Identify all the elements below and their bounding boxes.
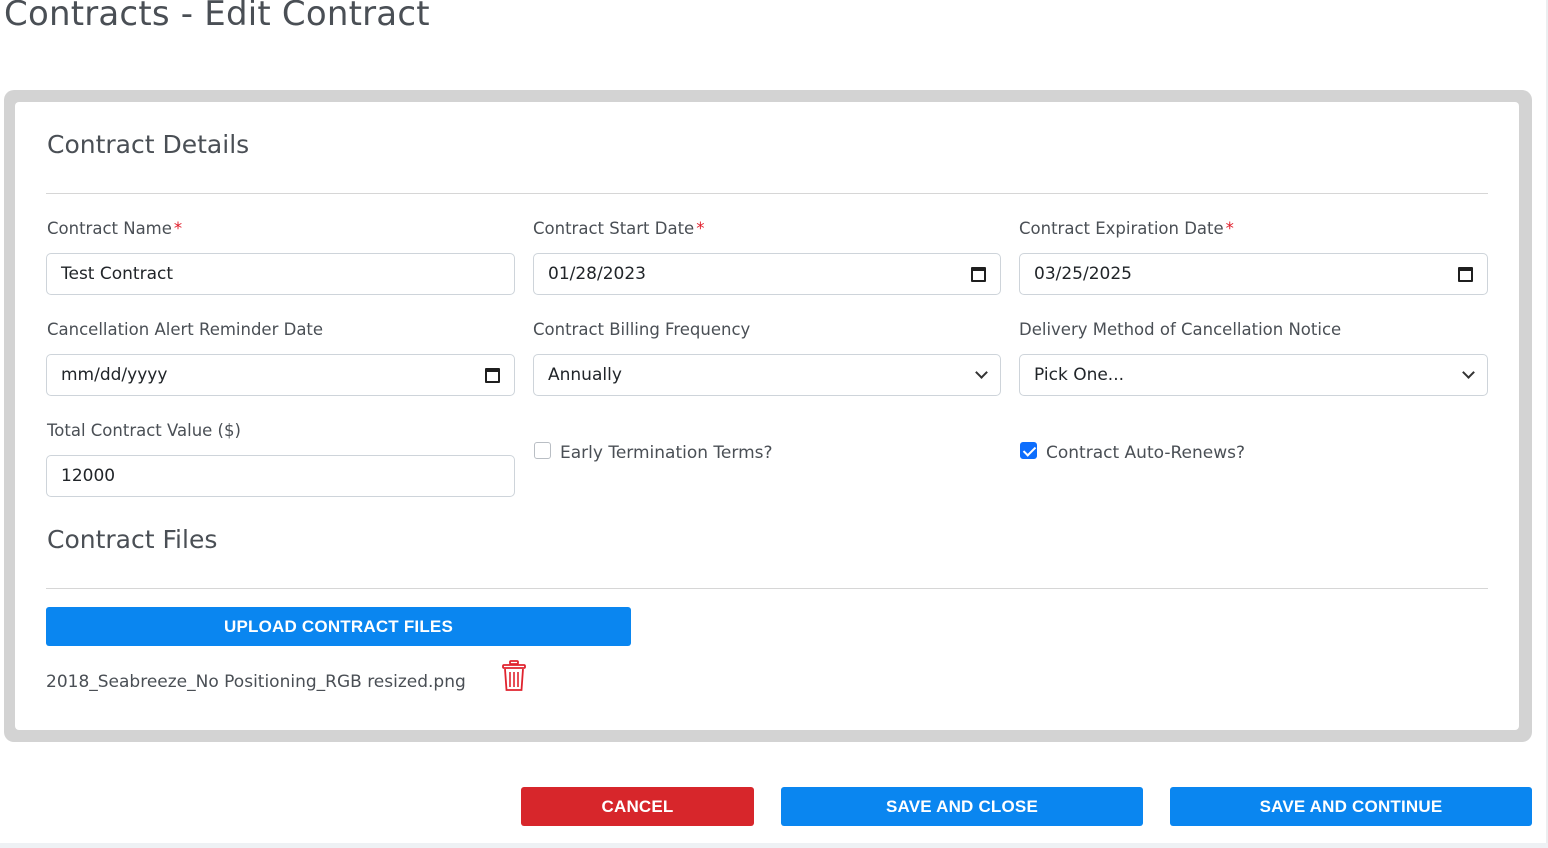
contract-files-heading: Contract Files xyxy=(47,525,218,554)
page-footer-strip xyxy=(0,843,1548,848)
save-and-close-button[interactable]: SAVE AND CLOSE xyxy=(781,787,1143,826)
contract-name-label-text: Contract Name xyxy=(47,219,172,238)
calendar-icon[interactable] xyxy=(485,367,500,383)
total-value-label: Total Contract Value ($) xyxy=(47,421,241,440)
trash-icon[interactable] xyxy=(502,660,526,692)
page-title: Contracts - Edit Contract xyxy=(4,0,430,34)
start-date-label-text: Contract Start Date xyxy=(533,219,695,238)
billing-frequency-label: Contract Billing Frequency xyxy=(533,320,751,339)
required-marker: * xyxy=(696,219,705,238)
save-and-continue-button[interactable]: SAVE AND CONTINUE xyxy=(1170,787,1532,826)
file-list-item[interactable]: 2018_Seabreeze_No Positioning_RGB resize… xyxy=(46,672,466,692)
start-date-label: Contract Start Date * xyxy=(533,219,704,238)
cancel-button[interactable]: CANCEL xyxy=(521,787,754,826)
contract-name-value: Test Contract xyxy=(61,264,174,284)
expiration-date-label-text: Contract Expiration Date xyxy=(1019,219,1224,238)
calendar-icon[interactable] xyxy=(971,266,986,282)
contract-name-label: Contract Name * xyxy=(47,219,182,238)
expiration-date-label: Contract Expiration Date * xyxy=(1019,219,1234,238)
calendar-icon[interactable] xyxy=(1458,266,1473,282)
cancellation-alert-label: Cancellation Alert Reminder Date xyxy=(47,320,324,339)
chevron-down-icon xyxy=(975,366,988,379)
start-date-input[interactable]: 01/28/2023 xyxy=(533,253,1001,295)
total-value-input[interactable]: 12000 xyxy=(46,455,515,497)
details-divider xyxy=(46,193,1488,194)
expiration-date-input[interactable]: 03/25/2025 xyxy=(1019,253,1488,295)
early-termination-label[interactable]: Early Termination Terms? xyxy=(560,443,773,463)
auto-renews-checkbox[interactable] xyxy=(1020,442,1037,459)
files-divider xyxy=(46,588,1488,589)
auto-renews-label[interactable]: Contract Auto-Renews? xyxy=(1046,443,1245,463)
expiration-date-value: 03/25/2025 xyxy=(1034,264,1132,284)
billing-frequency-select[interactable]: Annually xyxy=(533,354,1001,396)
contract-details-heading: Contract Details xyxy=(47,130,250,159)
upload-contract-files-button[interactable]: UPLOAD CONTRACT FILES xyxy=(46,607,631,646)
early-termination-checkbox[interactable] xyxy=(534,442,551,459)
delivery-method-value: Pick One... xyxy=(1034,365,1125,385)
cancellation-alert-value: mm/dd/yyyy xyxy=(61,365,168,385)
delivery-method-select[interactable]: Pick One... xyxy=(1019,354,1488,396)
required-marker: * xyxy=(173,219,183,238)
chevron-down-icon xyxy=(1462,366,1475,379)
contract-name-input[interactable]: Test Contract xyxy=(46,253,515,295)
start-date-value: 01/28/2023 xyxy=(548,264,646,284)
delivery-method-label: Delivery Method of Cancellation Notice xyxy=(1019,320,1342,339)
total-value-value: 12000 xyxy=(61,466,116,486)
required-marker: * xyxy=(1225,219,1234,238)
cancellation-alert-input[interactable]: mm/dd/yyyy xyxy=(46,354,515,396)
billing-frequency-value: Annually xyxy=(548,365,622,385)
